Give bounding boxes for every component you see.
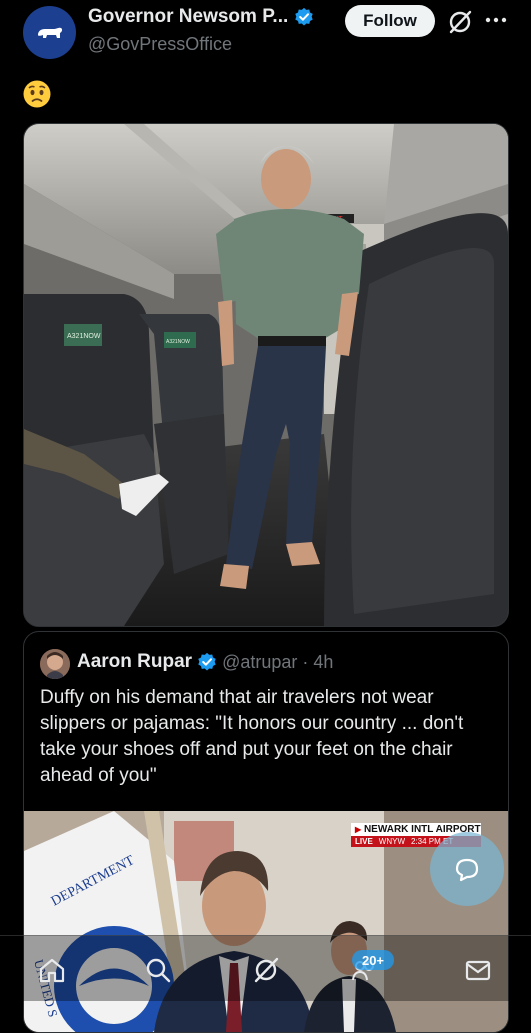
- compose-button[interactable]: [430, 832, 504, 906]
- chyron-live: LIVE: [355, 837, 373, 846]
- follow-button[interactable]: Follow: [345, 5, 435, 37]
- ca-bear-logo-icon: [37, 27, 62, 38]
- airplane-cabin-photo: EXIT A321NOW A321NOW: [24, 124, 508, 626]
- bottom-nav: 20+: [0, 935, 531, 1001]
- quote-timestamp[interactable]: 4h: [313, 652, 333, 673]
- quote-text: Duffy on his demand that air travelers n…: [40, 687, 464, 786]
- home-icon[interactable]: [38, 956, 66, 984]
- grok-icon[interactable]: [447, 9, 473, 35]
- seat-screen-label: A321NOW: [67, 333, 101, 340]
- worried-face-emoji: [23, 80, 51, 108]
- post-media-photo[interactable]: EXIT A321NOW A321NOW: [23, 123, 509, 627]
- notification-badge: 20+: [352, 950, 394, 970]
- quote-avatar-face-icon: [40, 649, 70, 679]
- author-display-name[interactable]: Governor Newsom P...: [88, 6, 288, 28]
- compose-icon: [455, 858, 479, 882]
- quote-separator: ·: [302, 651, 309, 672]
- verified-badge-icon: [198, 652, 216, 671]
- quote-author-avatar[interactable]: [40, 649, 70, 679]
- quote-author-handle[interactable]: @atrupar: [222, 652, 297, 673]
- more-icon[interactable]: [483, 12, 509, 28]
- search-icon[interactable]: [144, 956, 172, 984]
- post-header: Governor Newsom P... @GovPressOffice Fol…: [0, 0, 531, 70]
- grok-nav-icon[interactable]: [252, 956, 280, 984]
- messages-icon[interactable]: [464, 956, 492, 984]
- quote-author-name[interactable]: Aaron Rupar: [77, 651, 192, 673]
- chyron-channel: WNYW: [378, 837, 405, 846]
- seat-screen-label-2: A321NOW: [166, 339, 190, 345]
- author-handle[interactable]: @GovPressOffice: [88, 34, 232, 55]
- verified-badge-icon: [295, 7, 314, 26]
- chyron-play-icon: ▶: [355, 825, 362, 834]
- author-avatar[interactable]: [23, 6, 76, 59]
